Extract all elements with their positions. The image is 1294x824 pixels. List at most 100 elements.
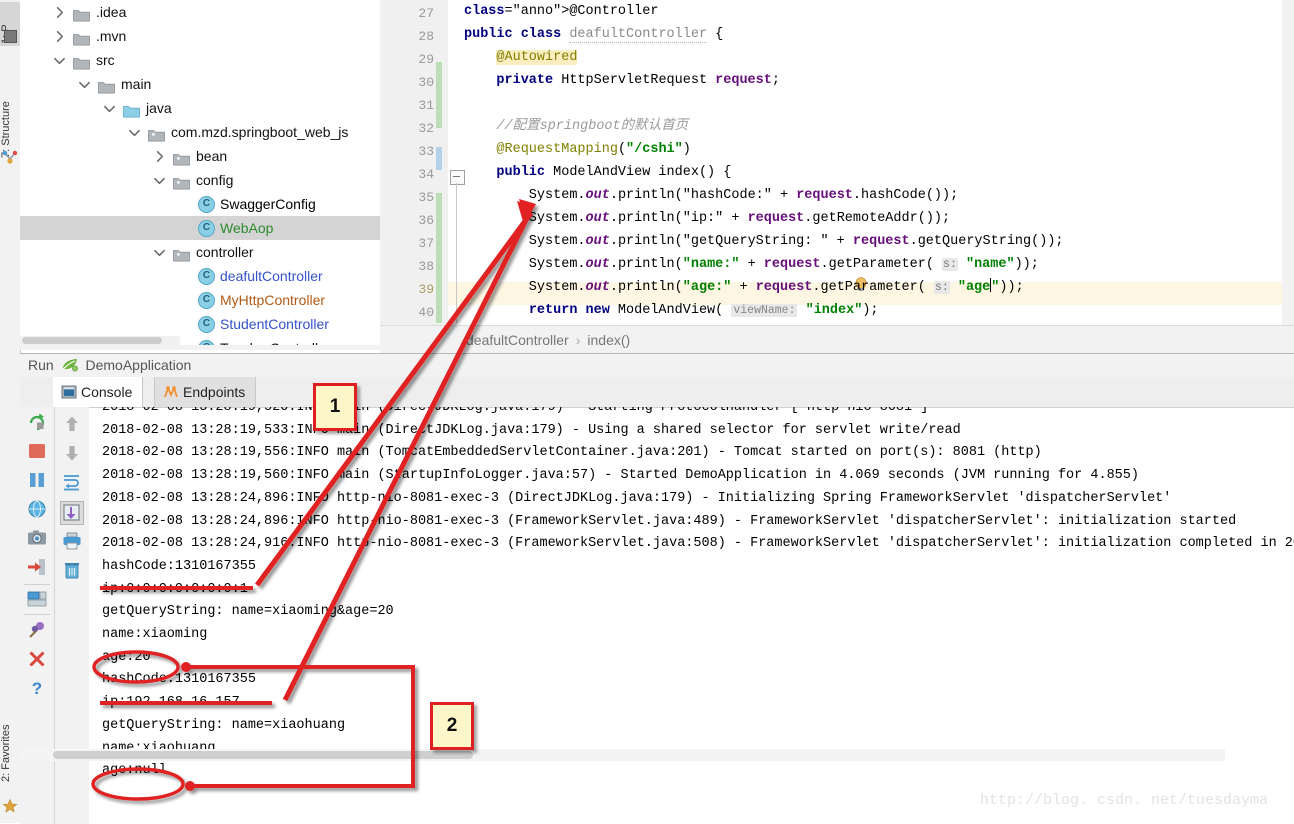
console-line: 2018-02-08 13:28:19,560:INFO main (Start… [102, 468, 1139, 484]
tool-window-structure-tab[interactable]: 7: Structure [0, 66, 20, 160]
project-icon [4, 30, 17, 43]
java-class-icon: C [198, 316, 215, 333]
export-icon[interactable] [27, 557, 47, 577]
console-line: ip:192.168.16.157 [102, 695, 240, 711]
pause-icon[interactable] [27, 470, 47, 490]
tree-node-java[interactable]: java [20, 96, 380, 120]
code-editor[interactable]: 27 28 29 30 31 32 33 34 35 36 37 38 39 40 class="anno… [380, 0, 1294, 325]
chevron-right-icon[interactable] [153, 150, 165, 162]
line-number: 36 [418, 213, 434, 228]
tree-node-label: controller [196, 244, 254, 260]
code-line-37[interactable]: System.out.println("getQueryString: " + … [464, 230, 1064, 253]
run-configuration-name[interactable]: DemoApplication [85, 357, 191, 373]
breadcrumb-class[interactable]: deafultController [466, 332, 569, 348]
tree-node-swaggerconfig[interactable]: C SwaggerConfig [20, 192, 380, 216]
line-number: 29 [418, 52, 434, 67]
project-tree[interactable]: .idea .mvn src main java com.mzd.springboot_w… [20, 0, 380, 350]
tree-node-config[interactable]: config [20, 168, 380, 192]
chevron-down-icon[interactable] [153, 174, 165, 186]
line-number: 28 [418, 29, 434, 44]
java-class-icon: C [198, 196, 215, 213]
code-line-39[interactable]: System.out.println("age:" + request.getP… [464, 276, 1024, 299]
console-line: hashCode:1310167355 [102, 558, 256, 574]
tree-node--idea[interactable]: .idea [20, 0, 380, 24]
console-line: age:null [102, 763, 167, 779]
soft-wrap-icon[interactable] [62, 472, 82, 492]
editor-code-area[interactable]: class="anno">@Controller public class dea… [464, 0, 1294, 325]
code-line-35[interactable]: System.out.println("hashCode:" + request… [464, 184, 958, 207]
console-line: getQueryString: name=xiaoming&age=20 [102, 604, 394, 620]
java-class-icon: C [198, 220, 215, 237]
browser-icon[interactable] [27, 499, 47, 519]
scroll-to-end-icon[interactable] [60, 501, 84, 525]
tree-node-label: deafultController [220, 268, 323, 284]
tab-endpoints[interactable]: Endpoints [154, 377, 257, 407]
code-line-28[interactable]: public class deafultController { [464, 23, 723, 46]
code-fold-toggle[interactable] [450, 170, 465, 185]
code-line-34[interactable]: public ModelAndView index() { [464, 161, 731, 184]
chevron-down-icon[interactable] [153, 246, 165, 258]
screenshot-icon[interactable] [27, 528, 47, 548]
tree-node-label: MyHttpController [220, 292, 326, 308]
line-number: 34 [418, 167, 434, 182]
console-line: 2018-02-08 13:28:19,520:INFO main (Direc… [102, 407, 929, 415]
trash-icon[interactable] [62, 560, 82, 580]
spring-boot-icon [61, 356, 79, 372]
tree-node--mvn[interactable]: .mvn [20, 24, 380, 48]
tab-console[interactable]: Console [53, 377, 144, 407]
up-arrow-icon[interactable] [62, 414, 82, 434]
tree-node-label: WebAop [220, 220, 274, 236]
package-icon [173, 149, 190, 166]
run-toolbar-secondary [55, 407, 90, 824]
console-line: 2018-02-08 13:28:24,896:INFO http-nio-80… [102, 513, 1237, 529]
console-hscroll-thumb[interactable] [53, 751, 473, 759]
tab-console-label: Console [81, 384, 133, 400]
chevron-down-icon[interactable] [53, 54, 65, 66]
console-line: name:xiaoming [102, 627, 208, 642]
rerun-icon[interactable] [27, 412, 47, 432]
tree-node-com-mzd-springboot-web-js[interactable]: com.mzd.springboot_web_js [20, 120, 380, 144]
chevron-down-icon[interactable] [128, 126, 140, 138]
tree-node-webaop[interactable]: C WebAop [20, 216, 380, 240]
breadcrumb-method[interactable]: index() [587, 332, 630, 348]
folder-icon [73, 29, 90, 46]
code-line-29[interactable]: @Autowired [464, 46, 578, 69]
console-line: 2018-02-08 13:28:19,556:INFO main (Tomca… [102, 445, 1042, 461]
run-window-tabs: Console Endpoints [20, 377, 1294, 424]
print-icon[interactable] [62, 531, 82, 551]
chevron-down-icon[interactable] [103, 102, 115, 114]
tree-node-deafultcontroller[interactable]: CdeafultController [20, 264, 380, 288]
code-line-27[interactable]: class="anno">@Controller [464, 0, 658, 23]
folder-icon [73, 53, 90, 70]
line-number: 35 [418, 190, 434, 205]
layout-icon[interactable] [27, 589, 47, 609]
line-number: 33 [418, 144, 434, 159]
tree-node-src[interactable]: src [20, 48, 380, 72]
code-line-33[interactable]: @RequestMapping("/cshi") [464, 138, 690, 161]
tree-node-controller[interactable]: controller [20, 240, 380, 264]
tool-window-favorites-tab[interactable]: 2: Favorites [0, 700, 20, 784]
project-tree-hscroll-thumb[interactable] [22, 337, 162, 344]
tree-node-studentcontroller[interactable]: C StudentController [20, 312, 380, 336]
breadcrumb[interactable]: deafultController › index() [380, 325, 1294, 353]
run-tool-window: Run DemoApplication Console Endpoints ? … [20, 353, 1294, 824]
close-icon[interactable] [27, 649, 47, 669]
console-line: getQueryString: name=xiaohuang [102, 717, 346, 733]
help-icon[interactable]: ? [27, 678, 47, 698]
tree-node-main[interactable]: main [20, 72, 380, 96]
line-number: 27 [418, 6, 434, 21]
pin-icon[interactable] [27, 620, 47, 640]
console-output[interactable]: 2018-02-08 13:28:19,520:INFO main (Direc… [89, 407, 1294, 824]
code-line-36[interactable]: System.out.println("ip:" + request.getRe… [464, 207, 950, 230]
down-arrow-icon[interactable] [62, 443, 82, 463]
chevron-right-icon[interactable] [53, 6, 65, 18]
code-line-38[interactable]: System.out.println("name:" + request.get… [464, 253, 1039, 276]
code-line-40[interactable]: return new ModelAndView( viewName: "inde… [464, 299, 879, 322]
code-line-32[interactable]: //配置springboot的默认首页 [464, 115, 688, 138]
tree-node-myhttpcontroller[interactable]: C MyHttpController [20, 288, 380, 312]
chevron-down-icon[interactable] [78, 78, 90, 90]
chevron-right-icon[interactable] [53, 30, 65, 42]
tree-node-bean[interactable]: bean [20, 144, 380, 168]
code-line-30[interactable]: private HttpServletRequest request; [464, 69, 780, 92]
stop-icon[interactable] [27, 441, 47, 461]
